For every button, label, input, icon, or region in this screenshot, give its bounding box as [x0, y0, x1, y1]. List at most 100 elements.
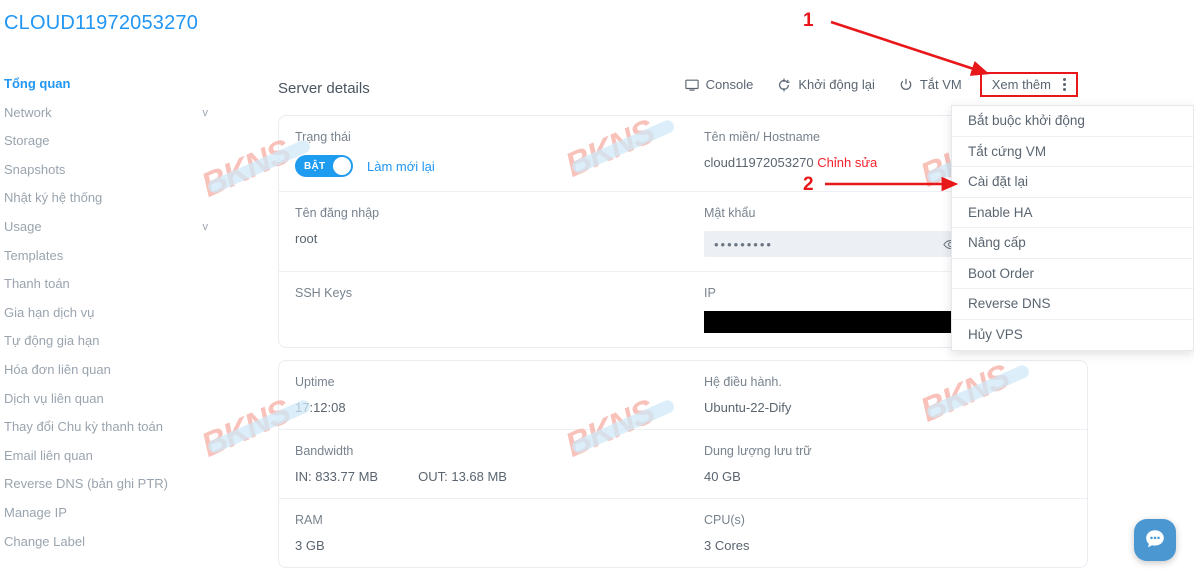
sidebar-item-reverse-dns[interactable]: Reverse DNS (bản ghi PTR) [0, 470, 222, 499]
status-label: Trạng thái [295, 130, 351, 144]
storage-value: 40 GB [703, 469, 741, 484]
cpu-label: CPU(s) [703, 513, 745, 527]
annotation-number-1: 1 [803, 10, 814, 31]
power-toggle-label: BẬT [304, 160, 326, 172]
server-stats-card: Uptime 17:12:08 Hệ điều hành. Ubuntu-22-… [278, 360, 1088, 568]
sidebar-item-gia-han-dich-vu[interactable]: Gia hạn dịch vụ [0, 299, 222, 328]
sidebar-item-label: Gia hạn dịch vụ [4, 304, 95, 320]
chevron-down-icon: v [202, 106, 209, 119]
os-value: Ubuntu-22-Dify [703, 400, 792, 415]
menu-item-label: Tắt cứng VM [968, 143, 1047, 159]
sidebar-item-label: Tự động gia hạn [4, 333, 100, 349]
uptime-value: 17:12:08 [295, 400, 346, 415]
sidebar-item-label: Dịch vụ liên quan [4, 390, 104, 406]
menu-item-reverse-dns[interactable]: Reverse DNS [952, 289, 1193, 320]
bandwidth-out-value: OUT: 13.68 MB [418, 469, 507, 484]
cell-bandwidth: Bandwidth IN: 833.77 MB OUT: 13.68 MB [279, 430, 688, 498]
restart-label: Khởi động lại [798, 77, 875, 92]
refresh-link[interactable]: Làm mới lại [367, 159, 435, 174]
restart-button[interactable]: Khởi động lại [765, 74, 886, 95]
hostname-edit-link[interactable]: Chỉnh sửa [817, 155, 877, 170]
menu-item-label: Hủy VPS [968, 326, 1023, 342]
sidebar-item-label: Manage IP [4, 504, 67, 520]
toolbar: Server details Console Khởi động lại Tắt… [278, 70, 1194, 106]
sidebar-item-tu-dong-gia-han[interactable]: Tự động gia hạn [0, 327, 222, 356]
sidebar-item-change-label[interactable]: Change Label [0, 528, 222, 557]
annotation-number-2: 2 [803, 174, 814, 195]
sidebar-item-hoa-don-lien-quan[interactable]: Hóa đơn liên quan [0, 356, 222, 385]
sidebar-item-label: Hóa đơn liên quan [4, 361, 111, 377]
sidebar-item-nhat-ky-he-thong[interactable]: Nhật ký hệ thống [0, 184, 222, 213]
kebab-menu-icon[interactable] [1061, 77, 1068, 92]
sidebar-item-network[interactable]: Network v [0, 99, 222, 128]
row-bandwidth-storage: Bandwidth IN: 833.77 MB OUT: 13.68 MB Du… [279, 430, 1087, 499]
cell-cpu: CPU(s) 3 Cores [688, 499, 1087, 567]
chevron-down-icon: v [202, 220, 209, 233]
refresh-icon [777, 78, 791, 92]
chat-support-button[interactable] [1134, 519, 1176, 561]
sidebar-item-thanh-toan[interactable]: Thanh toán [0, 270, 222, 299]
sidebar-item-thay-doi-chu-ky-thanh-toan[interactable]: Thay đổi Chu kỳ thanh toán [0, 413, 222, 442]
more-label: Xem thêm [991, 77, 1051, 92]
sidebar-item-label: Reverse DNS (bản ghi PTR) [4, 476, 168, 492]
cell-username: Tên đăng nhập root [279, 192, 688, 271]
sidebar-item-dich-vu-lien-quan[interactable]: Dịch vụ liên quan [0, 385, 222, 414]
annotation-arrow-1 [830, 20, 990, 76]
menu-item-huy-vps[interactable]: Hủy VPS [952, 320, 1193, 351]
ram-label: RAM [295, 513, 323, 527]
power-icon [899, 78, 913, 92]
menu-item-label: Reverse DNS [968, 296, 1051, 311]
menu-item-enable-ha[interactable]: Enable HA [952, 198, 1193, 228]
username-label: Tên đăng nhập [295, 206, 380, 220]
toggle-knob [333, 157, 351, 175]
sidebar-item-manage-ip[interactable]: Manage IP [0, 499, 222, 528]
cell-os: Hệ điều hành. Ubuntu-22-Dify [688, 361, 1087, 429]
more-dropdown-menu: Bắt buộc khởi động Tắt cứng VM Cài đặt l… [951, 105, 1194, 351]
menu-item-nang-cap[interactable]: Nâng cấp [952, 228, 1193, 259]
cell-sshkeys: SSH Keys [279, 272, 688, 347]
sidebar-item-tong-quan[interactable]: Tổng quan [0, 70, 222, 99]
more-button[interactable]: Xem thêm [979, 72, 1078, 97]
toolbar-actions: Console Khởi động lại Tắt VM Xem thêm [673, 72, 1078, 97]
bandwidth-in-value: IN: 833.77 MB [295, 469, 379, 484]
row-uptime-os: Uptime 17:12:08 Hệ điều hành. Ubuntu-22-… [279, 361, 1087, 430]
cell-ram: RAM 3 GB [279, 499, 688, 567]
power-toggle[interactable]: BẬT [295, 155, 353, 177]
sidebar-item-label: Storage [4, 133, 50, 149]
cell-uptime: Uptime 17:12:08 [279, 361, 688, 429]
sidebar-item-email-lien-quan[interactable]: Email liên quan [0, 442, 222, 471]
sidebar-item-label: Thanh toán [4, 276, 70, 292]
sidebar-item-label: Snapshots [4, 161, 66, 177]
os-label: Hệ điều hành. [703, 375, 782, 389]
sidebar-item-label: Nhật ký hệ thống [4, 190, 103, 206]
menu-item-label: Enable HA [968, 204, 1033, 220]
sidebar-item-usage[interactable]: Usage v [0, 213, 222, 242]
sidebar-item-storage[interactable]: Storage [0, 127, 222, 156]
menu-item-tat-cung-vm[interactable]: Tắt cứng VM [952, 137, 1193, 167]
menu-item-label: Nâng cấp [968, 235, 1026, 250]
sidebar-item-snapshots[interactable]: Snapshots [0, 156, 222, 185]
page-title: CLOUD11972053270 [4, 12, 199, 34]
menu-item-bat-buoc-khoi-dong[interactable]: Bắt buộc khởi động [952, 106, 1193, 137]
menu-item-label: Cài đặt lại [968, 174, 1029, 189]
monitor-icon [684, 78, 699, 92]
sshkeys-value [295, 311, 688, 326]
sidebar-item-label: Network [4, 104, 52, 120]
password-value: ••••••••• [713, 236, 773, 252]
sidebar-item-templates[interactable]: Templates [0, 242, 222, 271]
sidebar-item-label: Change Label [4, 533, 85, 549]
shutdown-label: Tắt VM [919, 77, 962, 92]
storage-label: Dung lượng lưu trữ [703, 444, 812, 458]
chat-bubble-icon [1142, 526, 1168, 555]
sidebar-item-label: Templates [4, 247, 64, 263]
username-value: root [295, 231, 318, 246]
bandwidth-label: Bandwidth [295, 444, 354, 458]
panel-title: Server details [278, 79, 370, 97]
menu-item-cai-dat-lai[interactable]: Cài đặt lại [952, 167, 1193, 198]
menu-item-label: Bắt buộc khởi động [968, 113, 1085, 128]
shutdown-button[interactable]: Tắt VM [887, 74, 974, 95]
console-button[interactable]: Console [673, 74, 766, 95]
menu-item-boot-order[interactable]: Boot Order [952, 259, 1193, 289]
ram-value: 3 GB [295, 538, 325, 553]
cpu-value: 3 Cores [703, 538, 750, 553]
